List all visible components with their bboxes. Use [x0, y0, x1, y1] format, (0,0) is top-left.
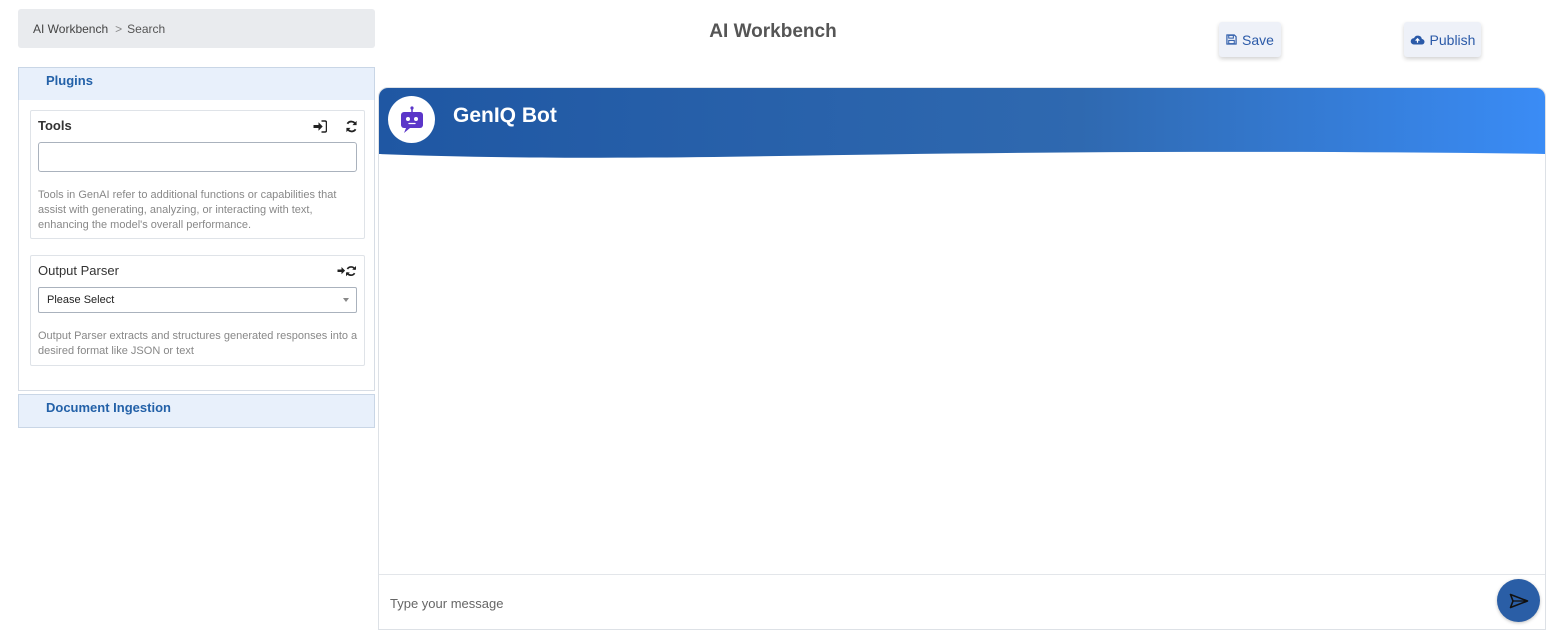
- output-parser-card: Output Parser Please Select Output Parse…: [30, 255, 365, 366]
- breadcrumb-root[interactable]: AI Workbench: [33, 22, 108, 36]
- refresh-icon[interactable]: [343, 118, 359, 134]
- sign-in-icon[interactable]: [312, 118, 328, 134]
- breadcrumb-separator: >: [115, 21, 123, 36]
- plugins-panel: Tools Tools in GenAI refer to additional…: [18, 100, 375, 391]
- tools-description: Tools in GenAI refer to additional funct…: [38, 189, 337, 231]
- tools-title: Tools: [38, 118, 72, 133]
- document-ingestion-accordion-header[interactable]: Document Ingestion: [18, 394, 375, 428]
- tools-card: Tools Tools in GenAI refer to additional…: [30, 110, 365, 239]
- output-parser-selected: Please Select: [47, 294, 115, 306]
- import-refresh-icon[interactable]: [337, 263, 357, 279]
- bot-avatar: [388, 96, 435, 143]
- output-parser-select[interactable]: Please Select: [38, 287, 357, 313]
- cloud-upload-icon: [1410, 35, 1425, 45]
- bot-name: GenIQ Bot: [453, 104, 557, 127]
- page-title: AI Workbench: [709, 21, 837, 42]
- tools-input[interactable]: [38, 142, 357, 172]
- chat-widget: GenIQ Bot: [378, 87, 1546, 630]
- message-input[interactable]: [388, 591, 1478, 615]
- chat-footer: [379, 574, 1545, 629]
- send-button[interactable]: [1497, 579, 1540, 622]
- output-parser-title: Output Parser: [38, 263, 119, 278]
- send-icon: [1509, 593, 1528, 608]
- save-button-label: Save: [1242, 31, 1274, 48]
- floppy-disk-icon: [1226, 34, 1237, 45]
- plugins-accordion-header[interactable]: Plugins: [18, 67, 375, 101]
- plugins-label: Plugins: [46, 73, 93, 88]
- save-button[interactable]: Save: [1219, 22, 1281, 57]
- breadcrumb-current: Search: [127, 21, 166, 36]
- breadcrumb: AI Workbench > Search: [18, 9, 375, 48]
- output-parser-description: Output Parser extracts and structures ge…: [38, 330, 358, 357]
- document-ingestion-label: Document Ingestion: [46, 400, 171, 415]
- publish-button-label: Publish: [1429, 31, 1476, 48]
- robot-icon: [400, 105, 423, 133]
- chevron-down-icon: [343, 298, 349, 302]
- publish-button[interactable]: Publish: [1404, 22, 1481, 57]
